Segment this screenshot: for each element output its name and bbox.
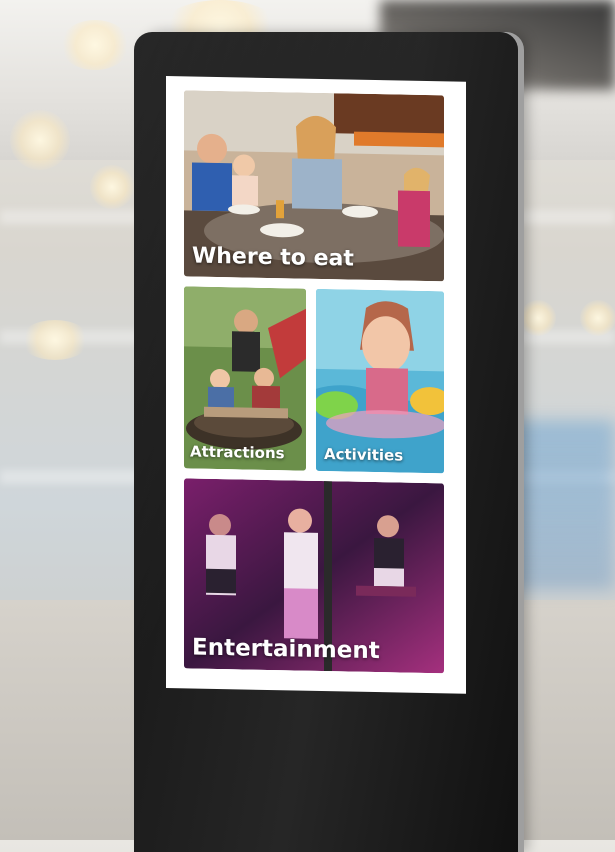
ceiling-light: [580, 300, 615, 336]
ceiling-light: [90, 165, 134, 209]
ceiling-light: [520, 300, 556, 336]
tile-where-to-eat[interactable]: Where to eat: [184, 90, 444, 282]
kiosk-screen: Where to eat Attractions Activities Ente…: [166, 76, 466, 694]
ceiling-light: [10, 110, 70, 170]
tile-label-attractions: Attractions: [190, 442, 285, 463]
ceiling-light: [20, 320, 90, 360]
tile-label-entertainment: Entertainment: [192, 634, 380, 665]
tile-label-where-to-eat: Where to eat: [192, 243, 354, 272]
tile-label-activities: Activities: [324, 445, 404, 465]
tile-entertainment[interactable]: Entertainment: [184, 478, 444, 674]
ceiling-light: [60, 20, 130, 70]
tile-attractions[interactable]: Attractions: [184, 286, 306, 471]
tile-activities[interactable]: Activities: [316, 288, 444, 474]
